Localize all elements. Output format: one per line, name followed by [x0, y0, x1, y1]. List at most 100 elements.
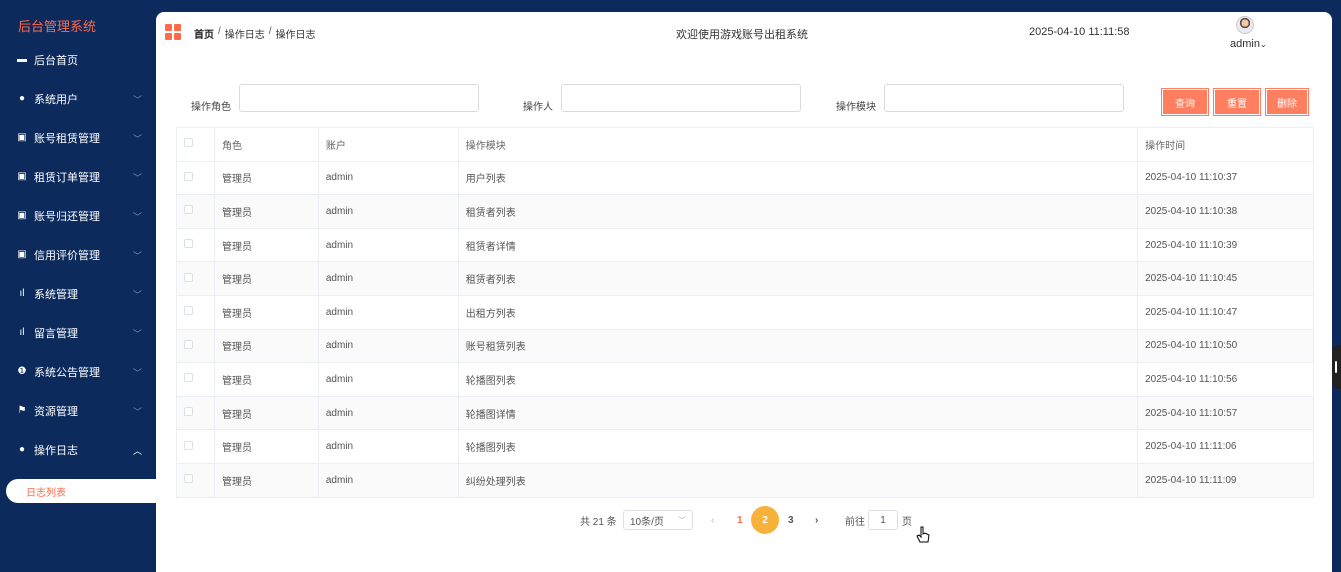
sidebar-item-messages[interactable]: ıl 留言管理 ﹀: [0, 313, 156, 352]
chevron-up-icon: ︿: [132, 446, 142, 456]
cell-module: 纠纷处理列表: [457, 462, 1139, 498]
page-button-2[interactable]: 2: [751, 506, 779, 534]
row-select-cell[interactable]: [176, 328, 215, 364]
sidebar-item-account-rental[interactable]: ▣ 账号租赁管理 ﹀: [0, 118, 156, 157]
breadcrumb-separator: /: [268, 26, 272, 37]
row-select-cell[interactable]: [176, 294, 215, 330]
cell-role: 管理员: [213, 395, 319, 431]
row-select-cell[interactable]: [176, 194, 215, 229]
monitor-icon: ▬: [17, 54, 27, 65]
sidebar-item-home[interactable]: ▬ 后台首页: [0, 40, 156, 79]
row-select-cell[interactable]: [176, 362, 215, 397]
table-row[interactable]: 管理员 admin 账号租赁列表 2025-04-10 11:10:50: [176, 328, 1314, 364]
sidebar-item-resources[interactable]: ⚑ 资源管理 ﹀: [0, 391, 156, 430]
cell-account: admin: [317, 395, 459, 431]
cell-role: 管理员: [213, 462, 319, 498]
avatar[interactable]: [1236, 16, 1254, 34]
row-checkbox[interactable]: [184, 205, 193, 215]
row-checkbox[interactable]: [184, 171, 193, 181]
side-handle[interactable]: [1332, 345, 1341, 389]
table-row[interactable]: 管理员 admin 轮播图详情 2025-04-10 11:10:57: [176, 395, 1314, 431]
cell-account: admin: [317, 227, 459, 263]
cell-time: 2025-04-10 11:10:50: [1137, 328, 1314, 364]
sidebar-item-rental-orders[interactable]: ▣ 租赁订单管理 ﹀: [0, 157, 156, 196]
row-checkbox[interactable]: [184, 272, 193, 282]
page-button-1[interactable]: 1: [737, 510, 743, 530]
select-all-checkbox[interactable]: [184, 138, 193, 148]
bar-chart-icon: ıl: [19, 327, 25, 338]
sidebar-item-operation-log[interactable]: ● 操作日志 ︿: [0, 430, 156, 469]
cell-module: 租赁者详情: [457, 227, 1139, 263]
row-checkbox[interactable]: [184, 407, 193, 417]
sidebar-item-credit-review[interactable]: ▣ 信用评价管理 ﹀: [0, 235, 156, 274]
sidebar-item-label: 账号归还管理: [34, 210, 100, 223]
row-checkbox[interactable]: [184, 373, 193, 383]
table-row[interactable]: 管理员 admin 轮播图列表 2025-04-10 11:10:56: [176, 362, 1314, 397]
user-icon: ●: [18, 93, 26, 104]
sidebar-item-system-users[interactable]: ● 系统用户 ﹀: [0, 79, 156, 118]
cell-role: 管理员: [213, 328, 319, 364]
row-select-cell[interactable]: [176, 395, 215, 431]
table-row[interactable]: 管理员 admin 用户列表 2025-04-10 11:10:37: [176, 160, 1314, 196]
module-search-input[interactable]: [884, 84, 1124, 112]
total-count: 共 21 条: [580, 516, 617, 528]
user-menu[interactable]: admin⌄: [1230, 38, 1267, 50]
table-row[interactable]: 管理员 admin 轮播图列表 2025-04-10 11:11:06: [176, 429, 1314, 464]
menu-grid-icon[interactable]: [165, 24, 181, 40]
breadcrumb: 首页 / 操作日志 / 操作日志: [194, 26, 316, 41]
breadcrumb-home[interactable]: 首页: [194, 26, 214, 41]
next-page-button[interactable]: ›: [815, 510, 818, 530]
sidebar-item-label: 留言管理: [34, 327, 78, 340]
log-table: 角色 账户 操作模块 操作时间 管理员 admin 用户列表 2025-04-1…: [176, 127, 1314, 498]
table-header-row: 角色 账户 操作模块 操作时间: [176, 127, 1314, 162]
cell-time: 2025-04-10 11:10:37: [1137, 160, 1314, 196]
role-search-input[interactable]: [239, 84, 479, 112]
cell-module: 轮播图列表: [457, 362, 1139, 397]
reset-button[interactable]: 重置: [1213, 88, 1261, 116]
table-row[interactable]: 管理员 admin 出租方列表 2025-04-10 11:10:47: [176, 294, 1314, 330]
query-button[interactable]: 查询: [1161, 88, 1209, 116]
row-select-cell[interactable]: [176, 227, 215, 263]
sidebar-subitem-log-list[interactable]: 日志列表: [6, 479, 156, 503]
username: admin: [1230, 38, 1260, 50]
cell-role: 管理员: [213, 362, 319, 397]
operator-search-input[interactable]: [561, 84, 801, 112]
table-row[interactable]: 管理员 admin 租赁者列表 2025-04-10 11:10:45: [176, 261, 1314, 296]
row-checkbox[interactable]: [184, 239, 193, 249]
select-all-cell[interactable]: [176, 127, 215, 162]
row-select-cell[interactable]: [176, 261, 215, 296]
sidebar-item-account-return[interactable]: ▣ 账号归还管理 ﹀: [0, 196, 156, 235]
sidebar-item-label: 信用评价管理: [34, 249, 100, 262]
column-header-time: 操作时间: [1137, 127, 1314, 162]
table-row[interactable]: 管理员 admin 租赁者列表 2025-04-10 11:10:38: [176, 194, 1314, 229]
module-label: 操作模块: [836, 102, 876, 113]
cell-time: 2025-04-10 11:11:06: [1137, 429, 1314, 464]
sidebar-item-system-management[interactable]: ıl 系统管理 ﹀: [0, 274, 156, 313]
sidebar-item-announcements[interactable]: ❶ 系统公告管理 ﹀: [0, 352, 156, 391]
cell-account: admin: [317, 160, 459, 196]
page-size-select[interactable]: 10条/页 ﹀: [623, 510, 693, 530]
goto-label: 前往: [845, 516, 865, 528]
delete-button[interactable]: 删除: [1265, 88, 1309, 116]
page-button-3[interactable]: 3: [788, 510, 794, 530]
row-checkbox[interactable]: [184, 339, 193, 349]
cell-role: 管理员: [213, 429, 319, 464]
row-select-cell[interactable]: [176, 160, 215, 196]
row-checkbox[interactable]: [184, 474, 193, 484]
chevron-down-icon: ﹀: [132, 368, 142, 378]
cell-time: 2025-04-10 11:10:56: [1137, 362, 1314, 397]
prev-page-button[interactable]: ‹: [711, 510, 714, 530]
table-row[interactable]: 管理员 admin 租赁者详情 2025-04-10 11:10:39: [176, 227, 1314, 263]
chevron-down-icon: ﹀: [132, 251, 142, 261]
cell-role: 管理员: [213, 261, 319, 296]
cell-time: 2025-04-10 11:10:45: [1137, 261, 1314, 296]
row-select-cell[interactable]: [176, 429, 215, 464]
welcome-text: 欢迎使用游戏账号出租系统: [676, 29, 808, 41]
sidebar-item-label: 操作日志: [34, 444, 78, 457]
row-checkbox[interactable]: [184, 440, 193, 450]
row-checkbox[interactable]: [184, 306, 193, 316]
row-select-cell[interactable]: [176, 462, 215, 498]
table-row[interactable]: 管理员 admin 纠纷处理列表 2025-04-10 11:11:09: [176, 462, 1314, 498]
sidebar-item-label: 后台首页: [34, 54, 78, 67]
goto-page-input[interactable]: 1: [868, 510, 898, 530]
